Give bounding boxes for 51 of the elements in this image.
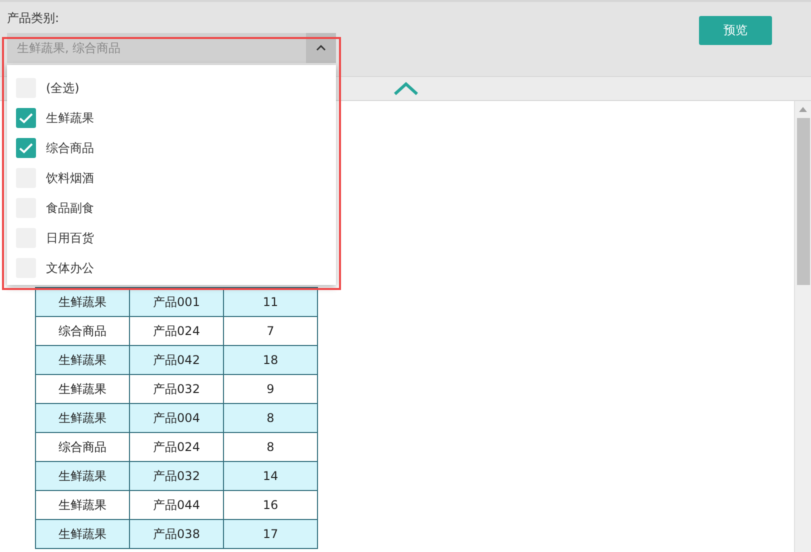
table-cell: 生鲜蔬果 xyxy=(36,346,130,374)
checkbox[interactable] xyxy=(16,138,36,158)
option-label: 文体办公 xyxy=(46,260,94,276)
table-cell: 产品044 xyxy=(130,490,224,520)
table-cell: 产品024 xyxy=(130,316,224,346)
caret-icon xyxy=(316,45,326,51)
table-cell: 11 xyxy=(224,288,318,316)
dropdown-option[interactable]: 饮料烟酒 xyxy=(7,163,336,193)
option-label: 综合商品 xyxy=(46,140,94,156)
table-cell: 生鲜蔬果 xyxy=(36,404,130,432)
table-cell: 9 xyxy=(224,374,318,404)
table-cell: 生鲜蔬果 xyxy=(36,520,130,548)
table-cell: 生鲜蔬果 xyxy=(36,462,130,490)
table-cell: 18 xyxy=(224,346,318,374)
table-cell: 产品038 xyxy=(130,520,224,548)
dropdown-option[interactable]: 食品副食 xyxy=(7,193,336,223)
table-cell: 8 xyxy=(224,432,318,462)
collapse-chevron-icon[interactable] xyxy=(392,82,418,96)
table-cell: 生鲜蔬果 xyxy=(36,490,130,520)
option-label: 饮料烟酒 xyxy=(46,170,94,186)
option-label: 生鲜蔬果 xyxy=(46,110,94,126)
table-cell: 生鲜蔬果 xyxy=(36,288,130,316)
table-cell: 16 xyxy=(224,490,318,520)
table-cell: 产品001 xyxy=(130,288,224,316)
dropdown-option[interactable]: 日用百货 xyxy=(7,223,336,253)
scrollbar[interactable] xyxy=(794,101,811,552)
table-cell: 8 xyxy=(224,404,318,432)
table-cell: 产品032 xyxy=(130,462,224,490)
dropdown-option[interactable]: 生鲜蔬果 xyxy=(7,103,336,133)
table-cell: 综合商品 xyxy=(36,432,130,462)
check-icon xyxy=(19,112,33,124)
dropdown-option[interactable]: (全选) xyxy=(7,73,336,103)
checkbox[interactable] xyxy=(16,108,36,128)
table-cell: 产品032 xyxy=(130,374,224,404)
dropdown-option[interactable]: 文体办公 xyxy=(7,253,336,283)
dropdown-option[interactable]: 综合商品 xyxy=(7,133,336,163)
field-label: 产品类别: xyxy=(7,10,60,27)
table-cell: 产品024 xyxy=(130,432,224,462)
table-cell: 14 xyxy=(224,462,318,490)
table-cell: 综合商品 xyxy=(36,316,130,346)
scroll-thumb[interactable] xyxy=(796,118,810,285)
option-label: 食品副食 xyxy=(46,200,94,216)
table-cell: 产品004 xyxy=(130,404,224,432)
option-label: (全选) xyxy=(46,80,80,96)
table-cell: 生鲜蔬果 xyxy=(36,374,130,404)
table-cell: 产品042 xyxy=(130,346,224,374)
scroll-up-icon[interactable] xyxy=(799,107,807,112)
check-icon xyxy=(19,142,33,154)
option-label: 日用百货 xyxy=(46,230,94,246)
table-cell: 17 xyxy=(224,520,318,548)
table-cell: 7 xyxy=(224,316,318,346)
